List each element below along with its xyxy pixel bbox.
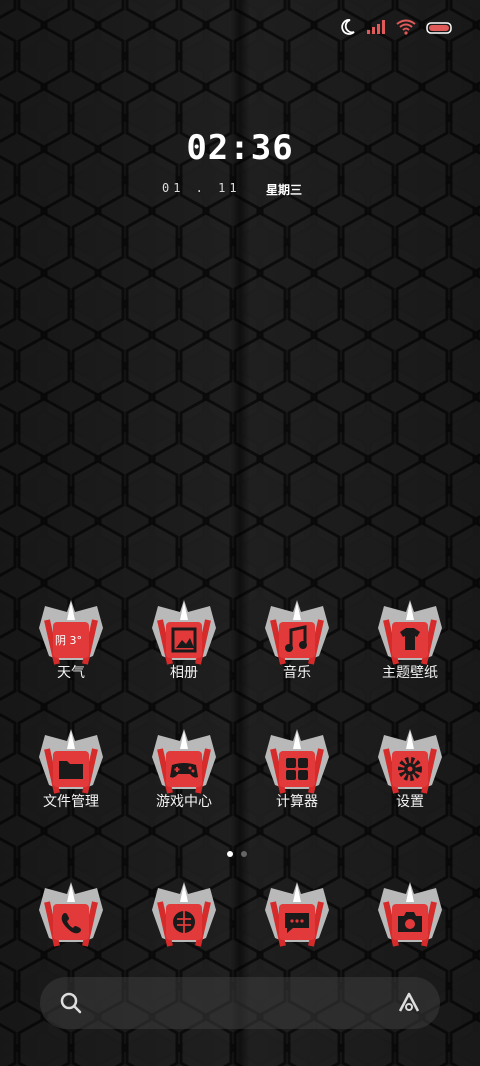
battery-icon	[426, 20, 454, 39]
page-dot[interactable]	[241, 851, 247, 857]
app-weather[interactable]: 阴 3° 天气	[21, 598, 121, 682]
assistant-icon[interactable]	[396, 990, 422, 1016]
clock-date: 01 . 11	[162, 181, 241, 195]
gear-icon	[376, 727, 444, 794]
app-calculator[interactable]: 计算器	[247, 727, 347, 811]
dock-phone[interactable]	[21, 880, 121, 947]
search-icon[interactable]	[58, 990, 84, 1016]
app-game-center[interactable]: 游戏中心	[134, 727, 234, 811]
app-music[interactable]: 音乐	[247, 598, 347, 682]
dock-camera[interactable]	[360, 880, 460, 947]
gallery-icon	[150, 598, 218, 665]
phone-icon	[37, 880, 105, 947]
clock-time[interactable]: 02:36	[0, 128, 480, 168]
app-gallery[interactable]: 相册	[134, 598, 234, 682]
calculator-icon	[263, 727, 331, 794]
browser-icon	[150, 880, 218, 947]
dock-browser[interactable]	[134, 880, 234, 947]
dock-messages[interactable]	[247, 880, 347, 947]
wifi-icon	[396, 19, 416, 39]
camera-icon	[376, 880, 444, 947]
folder-icon	[37, 727, 105, 794]
weather-badge: 阴 3°	[55, 634, 82, 647]
gamepad-icon	[150, 727, 218, 794]
status-bar	[338, 18, 454, 40]
moon-icon	[338, 18, 356, 40]
search-bar[interactable]	[40, 977, 440, 1029]
app-settings[interactable]: 设置	[360, 727, 460, 811]
app-theme[interactable]: 主题壁纸	[360, 598, 460, 682]
message-icon	[263, 880, 331, 947]
music-icon	[263, 598, 331, 665]
tshirt-icon	[376, 598, 444, 665]
weather-icon: 阴 3°	[37, 598, 105, 665]
page-dot-active[interactable]	[227, 851, 233, 857]
signal-icon	[366, 19, 386, 39]
clock-weekday: 星期三	[266, 183, 303, 197]
app-file-manager[interactable]: 文件管理	[21, 727, 121, 811]
page-indicator[interactable]	[227, 851, 247, 857]
